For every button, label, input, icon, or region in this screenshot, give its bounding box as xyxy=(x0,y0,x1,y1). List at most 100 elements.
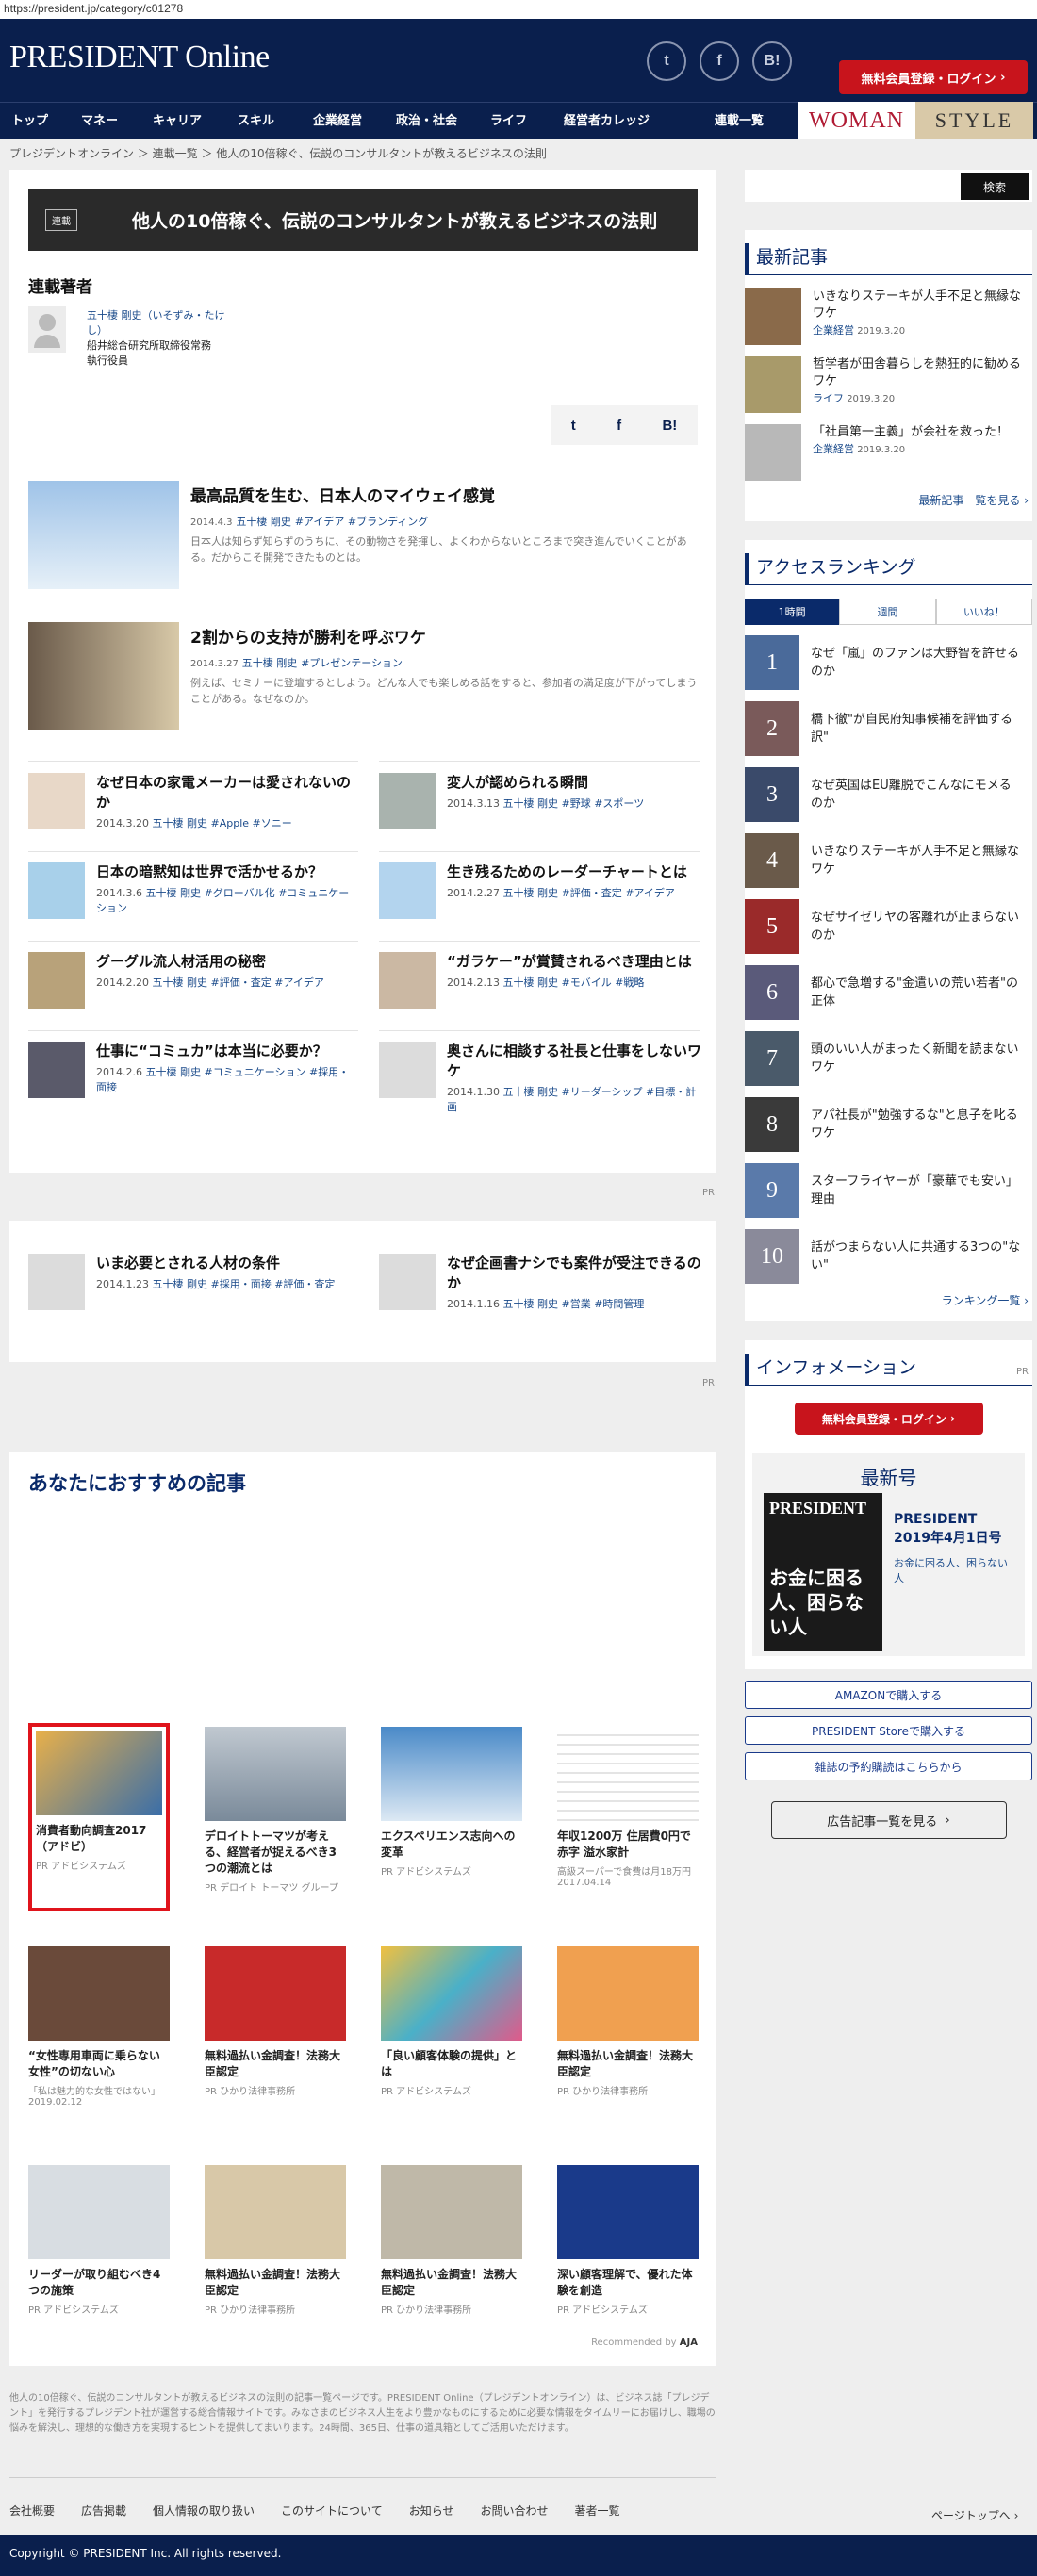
recommend-item[interactable]: 無料過払い金調査！法務大臣認定 PR ひかり法律事務所 xyxy=(557,1946,699,2097)
register-login-button[interactable]: 無料会員登録・ログイン › xyxy=(839,60,1028,94)
tab-hour[interactable]: 1時間 xyxy=(745,599,840,625)
article-item[interactable]: 日本の暗黙知は世界で活かせるか？ 2014.3.6 五十棲 剛史 #グローバル化 … xyxy=(96,862,351,916)
rank-title[interactable]: いきなりステーキが人手不足と無縁なワケ xyxy=(811,843,1023,878)
latest-item[interactable]: 哲学者が田舎暮らしを熱狂的に勧めるワケ ライフ 2019.3.20 xyxy=(745,356,1032,415)
facebook-icon[interactable]: f xyxy=(700,41,739,81)
breadcrumb-home[interactable]: プレジデントオンライン xyxy=(9,147,134,160)
article-item[interactable]: “ガラケー”が賞賛されるべき理由とは 2014.2.13 五十棲 剛史 #モバイル… xyxy=(447,952,701,991)
woman-link[interactable]: WOMAN xyxy=(798,102,915,139)
recommend-item[interactable]: 無料過払い金調査！法務大臣認定 PR ひかり法律事務所 xyxy=(205,2165,346,2316)
article-item[interactable]: 仕事に“コミュカ”は本当に必要か？ 2014.2.6 五十棲 剛史 #コミュニケー… xyxy=(96,1042,351,1095)
nav-life[interactable]: ライフ xyxy=(490,103,527,139)
recommend-item[interactable]: 年収1200万 住居費0円で赤字 溢水家計 高級スーパーで食費は月18万円 201… xyxy=(557,1727,699,1888)
article-thumbnail[interactable] xyxy=(28,1254,85,1310)
nav-money[interactable]: マネー xyxy=(81,103,118,139)
ranking-item[interactable]: 9 スターフライヤーが「豪華でも安い」理由 xyxy=(745,1162,1032,1219)
rank-title[interactable]: 橋下徹"が自民府知事候補を評価する訳" xyxy=(811,711,1023,747)
recommend-item[interactable]: 「良い顧客体験の提供」とは PR アドビシステムズ xyxy=(381,1946,522,2097)
nav-series-list[interactable]: 連載一覧 xyxy=(715,103,764,139)
ranking-heading: アクセスランキング xyxy=(745,553,1032,585)
recommend-item[interactable]: 消費者動向調査2017（アドビ） PR アドビシステムズ xyxy=(28,1723,170,1911)
article-title[interactable]: 2割からの支持が勝利を呼ぶワケ xyxy=(190,624,700,648)
latest-more-link[interactable]: 最新記事一覧を見る › xyxy=(745,492,1032,508)
author-name[interactable]: 五十棲 剛史（いそずみ・たけし） xyxy=(87,308,238,338)
ranking-item[interactable]: 2 橋下徹"が自民府知事候補を評価する訳" xyxy=(745,700,1032,757)
article-thumbnail[interactable] xyxy=(28,862,85,919)
rank-title[interactable]: なぜ英国はEU離脱でこんなにモメるのか xyxy=(811,777,1023,812)
article-thumbnail[interactable] xyxy=(28,1042,85,1098)
tab-like[interactable]: いいね！ xyxy=(935,599,1032,625)
rank-title[interactable]: アパ社長が"勉強するな"と息子を叱るワケ xyxy=(811,1107,1023,1142)
buy-store-button[interactable]: PRESIDENT Storeで購入する xyxy=(745,1716,1032,1745)
recommend-item[interactable]: 深い顧客理解で、優れた体験を創造 PR アドビシステムズ xyxy=(557,2165,699,2316)
article-item[interactable]: なぜ企画書ナシでも案件が受注できるのか 2014.1.16 五十棲 剛史 #営業 … xyxy=(447,1254,701,1312)
article-thumbnail[interactable] xyxy=(28,773,85,829)
buy-amazon-button[interactable]: AMAZONで購入する xyxy=(745,1681,1032,1709)
ranking-item[interactable]: 1 なぜ「嵐」のファンは大野智を許せるのか xyxy=(745,634,1032,691)
ranking-item[interactable]: 5 なぜサイゼリヤの客離れが止まらないのか xyxy=(745,898,1032,955)
site-logo[interactable]: PRESIDENT Online xyxy=(9,40,270,75)
share-twitter-icon[interactable]: t xyxy=(571,418,576,434)
article-item[interactable]: グーグル流人材活用の秘密 2014.2.20 五十棲 剛史 #評価・査定 #アイデ… xyxy=(96,952,351,991)
article-thumbnail[interactable] xyxy=(379,862,436,919)
nav-college[interactable]: 経営者カレッジ xyxy=(564,103,650,139)
recommend-item[interactable]: 無料過払い金調査！法務大臣認定 PR ひかり法律事務所 xyxy=(205,1946,346,2097)
search-button[interactable]: 検索 xyxy=(961,173,1029,200)
ranking-item[interactable]: 8 アパ社長が"勉強するな"と息子を叱るワケ xyxy=(745,1096,1032,1153)
issue-cover[interactable]: PRESIDENT お金に困る人、困らない人 xyxy=(764,1493,882,1651)
article-item[interactable]: 奥さんに相談する社長と仕事をしないワケ 2014.1.30 五十棲 剛史 #リーダ… xyxy=(447,1042,701,1115)
featured-article[interactable]: 2割からの支持が勝利を呼ぶワケ 2014.3.27 五十棲 剛史 #プレゼンテー… xyxy=(190,624,700,707)
ad-articles-button[interactable]: 広告記事一覧を見る › xyxy=(770,1801,1007,1839)
ranking-item[interactable]: 6 都心で急増する"金遣いの荒い若者"の正体 xyxy=(745,964,1032,1021)
rank-title[interactable]: 都心で急増する"金遣いの荒い若者"の正体 xyxy=(811,975,1023,1010)
article-thumbnail[interactable] xyxy=(379,773,436,829)
subscribe-button[interactable]: 雑誌の予約購読はこちらから xyxy=(745,1752,1032,1780)
nav-top[interactable]: トップ xyxy=(11,103,48,139)
sidebar-register-button[interactable]: 無料会員登録・ログイン › xyxy=(794,1403,983,1435)
series-title-bar: 連載 他人の10倍稼ぐ、伝説のコンサルタントが教えるビジネスの法則 xyxy=(28,189,698,251)
article-title[interactable]: 最高品質を生む、日本人のマイウェイ感覚 xyxy=(190,483,700,506)
recommend-item[interactable]: “女性専用車両に乗らない女性”の切ない心 「私は魅力的な女性ではない」 2019.… xyxy=(28,1946,170,2108)
article-thumbnail[interactable] xyxy=(28,481,179,589)
article-thumbnail[interactable] xyxy=(379,1254,436,1310)
ranking-more-link[interactable]: ランキング一覧 › xyxy=(745,1292,1032,1308)
ranking-item[interactable]: 7 頭のいい人がまったく新聞を読まないワケ xyxy=(745,1030,1032,1087)
article-item[interactable]: いま必要とされる人材の条件 2014.1.23 五十棲 剛史 #採用・面接 #評価… xyxy=(96,1254,351,1292)
ranking-item[interactable]: 4 いきなりステーキが人手不足と無縁なワケ xyxy=(745,832,1032,889)
twitter-icon[interactable]: t xyxy=(647,41,686,81)
recommend-item[interactable]: 無料過払い金調査！法務大臣認定 PR ひかり法律事務所 xyxy=(381,2165,522,2316)
article-thumbnail[interactable] xyxy=(379,952,436,1009)
rank-title[interactable]: スターフライヤーが「豪華でも安い」理由 xyxy=(811,1173,1023,1208)
ranking-item[interactable]: 3 なぜ英国はEU離脱でこんなにモメるのか xyxy=(745,766,1032,823)
rank-title[interactable]: 話がつまらない人に共通する3つの"ない" xyxy=(811,1239,1023,1274)
nav-politics[interactable]: 政治・社会 xyxy=(396,103,457,139)
rank-title[interactable]: なぜ「嵐」のファンは大野智を許せるのか xyxy=(811,645,1023,681)
share-hatena-icon[interactable]: B! xyxy=(662,418,677,434)
recommend-item[interactable]: リーダーが取り組むべき4つの施策 PR アドビシステムズ xyxy=(28,2165,170,2316)
nav-management[interactable]: 企業経営 xyxy=(313,103,362,139)
page-top-link[interactable]: ページトップへ › xyxy=(931,2507,1018,2523)
article-thumbnail[interactable] xyxy=(28,952,85,1009)
nav-career[interactable]: キャリア xyxy=(153,103,202,139)
featured-article[interactable]: 最高品質を生む、日本人のマイウェイ感覚 2014.4.3 五十棲 剛史 #アイデ… xyxy=(190,483,700,566)
article-item[interactable]: 生き残るためのレーダーチャートとは 2014.2.27 五十棲 剛史 #評価・査定… xyxy=(447,862,701,901)
latest-item[interactable]: 「社員第一主義」が会社を救った！ 企業経営 2019.3.20 xyxy=(745,424,1032,483)
rank-title[interactable]: 頭のいい人がまったく新聞を読まないワケ xyxy=(811,1041,1023,1076)
article-thumbnail[interactable] xyxy=(28,622,179,730)
rank-title[interactable]: なぜサイゼリヤの客離れが止まらないのか xyxy=(811,909,1023,944)
series-title: 他人の10倍稼ぐ、伝説のコンサルタントが教えるビジネスの法則 xyxy=(132,211,658,232)
tab-week[interactable]: 週間 xyxy=(839,599,936,625)
issue-title[interactable]: PRESIDENT 2019年4月1日号 xyxy=(894,1510,1012,1548)
breadcrumb-series[interactable]: 連載一覧 xyxy=(153,147,198,160)
style-link[interactable]: STYLE xyxy=(915,102,1033,139)
ranking-item[interactable]: 10 話がつまらない人に共通する3つの"ない" xyxy=(745,1228,1032,1285)
share-facebook-icon[interactable]: f xyxy=(617,418,621,434)
hatena-icon[interactable]: B! xyxy=(752,41,792,81)
recommend-item[interactable]: エクスペリエンス志向への変革 PR アドビシステムズ xyxy=(381,1727,522,1878)
latest-item[interactable]: いきなりステーキが人手不足と無縁なワケ 企業経営 2019.3.20 xyxy=(745,288,1032,347)
article-item[interactable]: 変人が認められる瞬間 2014.3.13 五十棲 剛史 #野球 #スポーツ xyxy=(447,773,701,812)
article-thumbnail[interactable] xyxy=(379,1042,436,1098)
article-item[interactable]: なぜ日本の家電メーカーは愛されないのか 2014.3.20 五十棲 剛史 #App… xyxy=(96,773,351,831)
nav-skill[interactable]: スキル xyxy=(238,103,274,139)
recommend-item[interactable]: デロイトトーマツが考える、経営者が捉えるべき3つの潮流とは PR デロイト トーマ… xyxy=(205,1727,346,1894)
